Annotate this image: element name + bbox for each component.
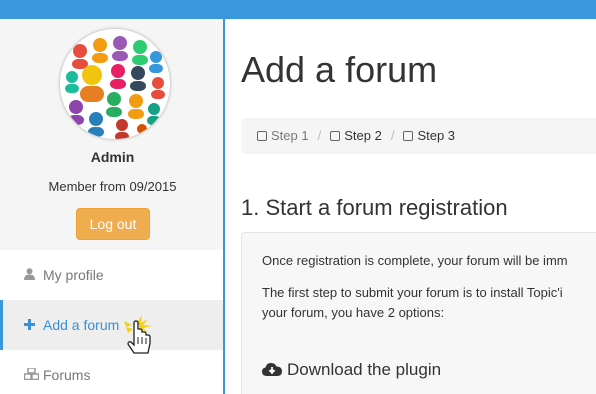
avatar[interactable] — [60, 29, 170, 139]
panel-text-line: The first step to submit your forum is t… — [262, 285, 563, 300]
sidebar-item-label: Add a forum — [43, 317, 120, 333]
member-since: Member from 09/2015 — [48, 179, 177, 194]
sidebar-item-forums[interactable]: Forums — [0, 350, 223, 394]
step-breadcrumb: Step 1 / Step 2 / Step 3 — [241, 118, 596, 154]
sidebar-item-my-profile[interactable]: My profile — [0, 250, 223, 300]
sidebar: Admin Member from 09/2015 Log out My pro… — [0, 19, 225, 394]
avatar-people-icon — [60, 29, 170, 139]
user-name: Admin — [90, 149, 135, 165]
panel-text-line: your forum, you have 2 options: — [262, 305, 445, 320]
checkbox-icon — [257, 131, 267, 141]
download-plugin-heading[interactable]: Download the plugin — [262, 360, 441, 380]
hand-cursor-icon — [120, 311, 160, 359]
step-2[interactable]: Step 2 — [330, 118, 382, 154]
checkbox-icon — [403, 131, 414, 141]
user-icon — [24, 250, 40, 300]
checkbox-icon — [330, 131, 341, 141]
panel-text-line: Once registration is complete, your foru… — [262, 253, 568, 268]
cubes-icon — [23, 350, 40, 394]
page-title: Add a forum — [241, 49, 438, 90]
sidebar-item-label: My profile — [43, 267, 104, 283]
step-1[interactable]: Step 1 — [257, 118, 309, 154]
plus-icon — [24, 300, 40, 350]
step-3[interactable]: Step 3 — [403, 118, 455, 154]
sidebar-item-add-forum[interactable]: Add a forum — [0, 300, 223, 350]
main-content: Add a forum Step 1 / Step 2 / Step 3 1. Star… — [227, 19, 596, 394]
breadcrumb-separator: / — [317, 128, 322, 143]
registration-panel: Once registration is complete, your foru… — [241, 232, 596, 394]
sidebar-item-label: Forums — [43, 367, 91, 383]
top-bar — [0, 0, 596, 19]
breadcrumb-separator: / — [390, 128, 395, 143]
logout-button[interactable]: Log out — [76, 208, 150, 240]
cloud-download-icon — [262, 361, 282, 376]
section-title: 1. Start a forum registration — [241, 195, 508, 220]
